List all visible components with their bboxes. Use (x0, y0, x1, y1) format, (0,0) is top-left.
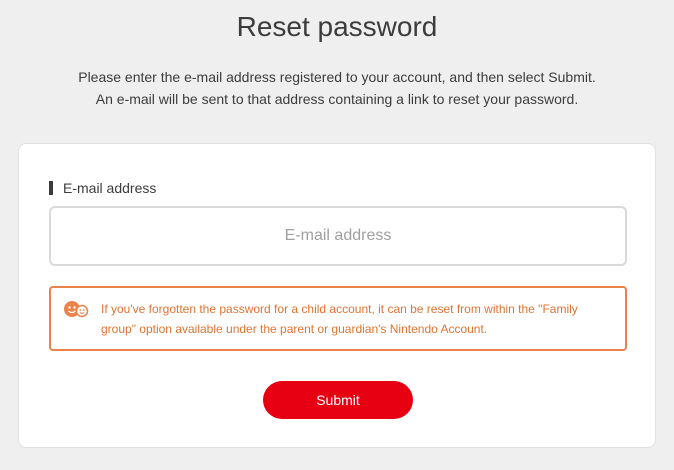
page-title: Reset password (236, 11, 438, 42)
intro-text: Please enter the e-mail address register… (0, 66, 674, 110)
reset-form-card: E-mail address If you've forgotten the p… (18, 143, 656, 448)
family-icon (63, 300, 89, 318)
email-field-label: E-mail address (49, 180, 156, 196)
label-marker (49, 181, 53, 195)
reset-password-page: Reset password Please enter the e-mail a… (0, 0, 674, 470)
intro-line-1: Please enter the e-mail address register… (78, 69, 596, 85)
child-account-notice: If you've forgotten the password for a c… (49, 286, 627, 351)
email-label-text: E-mail address (63, 180, 157, 196)
submit-button[interactable]: Submit (263, 381, 413, 419)
intro-line-2: An e-mail will be sent to that address c… (95, 91, 579, 107)
email-field[interactable] (49, 206, 627, 266)
notice-text: If you've forgotten the password for a c… (101, 302, 578, 336)
